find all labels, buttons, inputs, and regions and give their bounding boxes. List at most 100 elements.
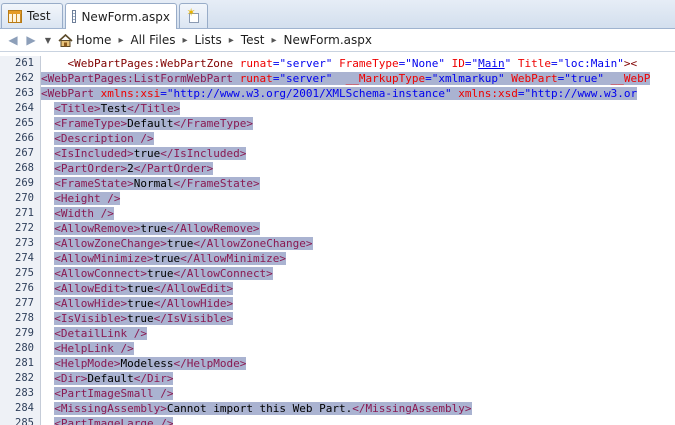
code-line[interactable]: 279 <DetailLink /> bbox=[0, 326, 675, 341]
chevron-right-icon[interactable]: ▸ bbox=[118, 35, 123, 46]
code-line[interactable]: 280 <HelpLink /> bbox=[0, 341, 675, 356]
tab-newform-aspx[interactable]: NewForm.aspx bbox=[65, 3, 177, 29]
code-line[interactable]: 264 <Title>Test</Title> bbox=[0, 101, 675, 116]
code-text: <DetailLink /> bbox=[41, 326, 147, 341]
code-token: <FrameType> bbox=[54, 117, 128, 130]
code-line[interactable]: 277 <AllowHide>true</AllowHide> bbox=[0, 296, 675, 311]
document-tab-strip: Test NewForm.aspx ✶ bbox=[0, 0, 675, 29]
code-text: <FrameState>Normal</FrameState> bbox=[41, 176, 260, 191]
code-text: <PartImageLarge /> bbox=[41, 416, 174, 425]
arrow-right-icon: ▶ bbox=[26, 33, 36, 47]
code-line[interactable]: 274 <AllowMinimize>true</AllowMinimize> bbox=[0, 251, 675, 266]
site-grid-icon bbox=[8, 9, 22, 23]
breadcrumb-all-files[interactable]: All Files bbox=[130, 33, 175, 47]
line-number: 274 bbox=[15, 252, 34, 264]
forward-button[interactable]: ▶ bbox=[22, 31, 40, 49]
breadcrumb-lists[interactable]: Lists bbox=[195, 33, 222, 47]
code-text: <HelpMode>Modeless</HelpMode> bbox=[41, 356, 247, 371]
line-number: 278 bbox=[15, 312, 34, 324]
history-dropdown[interactable]: ▼ bbox=[42, 36, 54, 45]
code-text: <Description /> bbox=[41, 131, 154, 146]
breadcrumb-test[interactable]: Test bbox=[241, 33, 265, 47]
code-line[interactable]: 282 <Dir>Default</Dir> bbox=[0, 371, 675, 386]
code-token: "true" bbox=[564, 72, 604, 85]
page-icon bbox=[72, 10, 77, 23]
selected-text: <Title>Test</Title> bbox=[54, 102, 181, 115]
code-line[interactable]: 273 <AllowZoneChange>true</AllowZoneChan… bbox=[0, 236, 675, 251]
code-token: "server" bbox=[279, 57, 333, 70]
code-token: <IsIncluded> bbox=[54, 147, 134, 160]
code-token: </HelpMode> bbox=[173, 357, 247, 370]
code-text: <Width /> bbox=[41, 206, 114, 221]
code-token: Modeless bbox=[120, 357, 174, 370]
line-number: 269 bbox=[15, 177, 34, 189]
code-line[interactable]: 261 <WebPartPages:WebPartZone runat = "ser… bbox=[0, 56, 675, 71]
code-line[interactable]: 262 <WebPartPages:ListFormWebPart runat="… bbox=[0, 71, 675, 86]
code-token: Title bbox=[517, 57, 552, 70]
code-token: true bbox=[153, 252, 181, 265]
code-line[interactable]: 267 <IsIncluded>true</IsIncluded> bbox=[0, 146, 675, 161]
code-token: <HelpMode> bbox=[54, 357, 121, 370]
code-line[interactable]: 283 <PartImageSmall /> bbox=[0, 386, 675, 401]
code-token: <Title> bbox=[54, 102, 101, 115]
code-line[interactable]: 268 <PartOrder>2</PartOrder> bbox=[0, 161, 675, 176]
code-line[interactable]: 278 <IsVisible>true</IsVisible> bbox=[0, 311, 675, 326]
line-number: 271 bbox=[15, 207, 34, 219]
code-line[interactable]: 270 <Height /> bbox=[0, 191, 675, 206]
code-text: <AllowZoneChange>true</AllowZoneChange> bbox=[41, 236, 313, 251]
code-line[interactable]: 263 <WebPart xmlns:xsi="http://www.w3.org… bbox=[0, 86, 675, 101]
code-line[interactable]: 284 <MissingAssembly>Cannot import this … bbox=[0, 401, 675, 416]
code-line[interactable]: 281 <HelpMode>Modeless</HelpMode> bbox=[0, 356, 675, 371]
line-number: 273 bbox=[15, 237, 34, 249]
line-number: 281 bbox=[15, 357, 34, 369]
code-token: </Title> bbox=[127, 102, 181, 115]
selected-text: <FrameState>Normal</FrameState> bbox=[54, 177, 260, 190]
code-line[interactable]: 275 <AllowConnect>true</AllowConnect> bbox=[0, 266, 675, 281]
code-line[interactable]: 285 <PartImageLarge /> bbox=[0, 416, 675, 425]
chevron-right-icon[interactable]: ▸ bbox=[229, 35, 234, 46]
code-line[interactable]: 272 <AllowRemove>true</AllowRemove> bbox=[0, 221, 675, 236]
line-number: 284 bbox=[15, 402, 34, 414]
code-editor[interactable]: 261 <WebPartPages:WebPartZone runat = "ser… bbox=[0, 56, 675, 425]
chevron-right-icon[interactable]: ▸ bbox=[183, 35, 188, 46]
back-button[interactable]: ◀ bbox=[4, 31, 22, 49]
selected-text: <AllowMinimize>true</AllowMinimize> bbox=[54, 252, 287, 265]
code-line[interactable]: 265 <FrameType>Default</FrameType> bbox=[0, 116, 675, 131]
breadcrumb-newform-aspx[interactable]: NewForm.aspx bbox=[283, 33, 372, 47]
selected-text: <PartImageLarge /> bbox=[54, 417, 174, 425]
code-line[interactable]: 271 <Width /> bbox=[0, 206, 675, 221]
tab-test[interactable]: Test bbox=[1, 3, 63, 28]
line-number: 272 bbox=[15, 222, 34, 234]
new-page-icon: ✶ bbox=[187, 6, 201, 23]
code-line[interactable]: 276 <AllowEdit>true</AllowEdit> bbox=[0, 281, 675, 296]
breadcrumb-home[interactable]: Home bbox=[76, 33, 111, 47]
breadcrumb: Home ▸ All Files ▸ Lists ▸ Test ▸ NewFor… bbox=[58, 33, 372, 47]
line-content: <WebPartPages:WebPartZone runat = "server"… bbox=[68, 57, 638, 70]
code-text: <AllowRemove>true</AllowRemove> bbox=[41, 221, 260, 236]
code-token: "http://www.w3.or bbox=[524, 87, 638, 100]
line-number: 266 bbox=[15, 132, 34, 144]
code-token: true bbox=[140, 222, 167, 235]
code-token: true bbox=[127, 312, 154, 325]
new-tab-button[interactable]: ✶ bbox=[179, 3, 208, 28]
code-text: <FrameType>Default</FrameType> bbox=[41, 116, 253, 131]
code-token: <WebPartPages:ListFormWebPart bbox=[41, 72, 234, 85]
selected-text: <WebPart xmlns:xsi="http://www.w3.org/20… bbox=[41, 87, 638, 100]
code-token: </PartOrder> bbox=[133, 162, 214, 175]
code-line[interactable]: 266 <Description /> bbox=[0, 131, 675, 146]
selected-text: <Width /> bbox=[54, 207, 114, 220]
code-token: <AllowHide> bbox=[54, 297, 128, 310]
selected-text: <WebPartPages:ListFormWebPart runat = "ser… bbox=[41, 72, 651, 85]
chevron-right-icon[interactable]: ▸ bbox=[271, 35, 276, 46]
code-line[interactable]: 269 <FrameState>Normal</FrameState> bbox=[0, 176, 675, 191]
